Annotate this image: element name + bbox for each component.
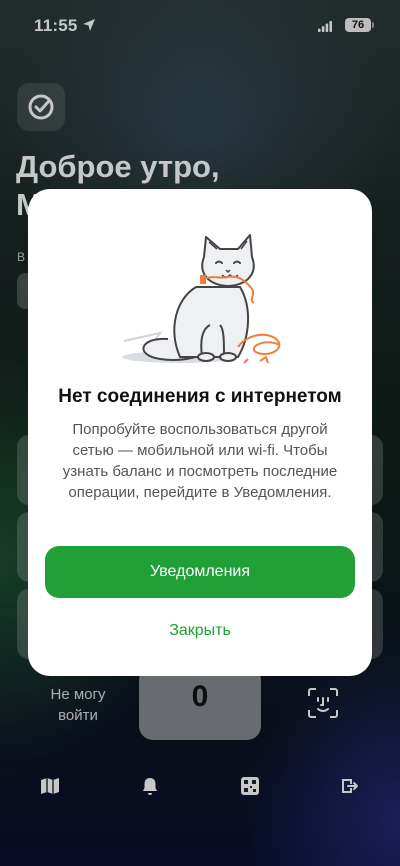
cat-with-cable-illustration [122,234,281,364]
no-connection-dialog: Нет соединения с интернетом Попробуйте в… [28,189,372,676]
close-button[interactable]: Закрыть [28,622,372,640]
notifications-button[interactable]: Уведомления [45,546,355,598]
dialog-message: Попробуйте воспользоваться другой сетью … [62,421,338,501]
dialog-title: Нет соединения с интернетом [58,386,342,407]
